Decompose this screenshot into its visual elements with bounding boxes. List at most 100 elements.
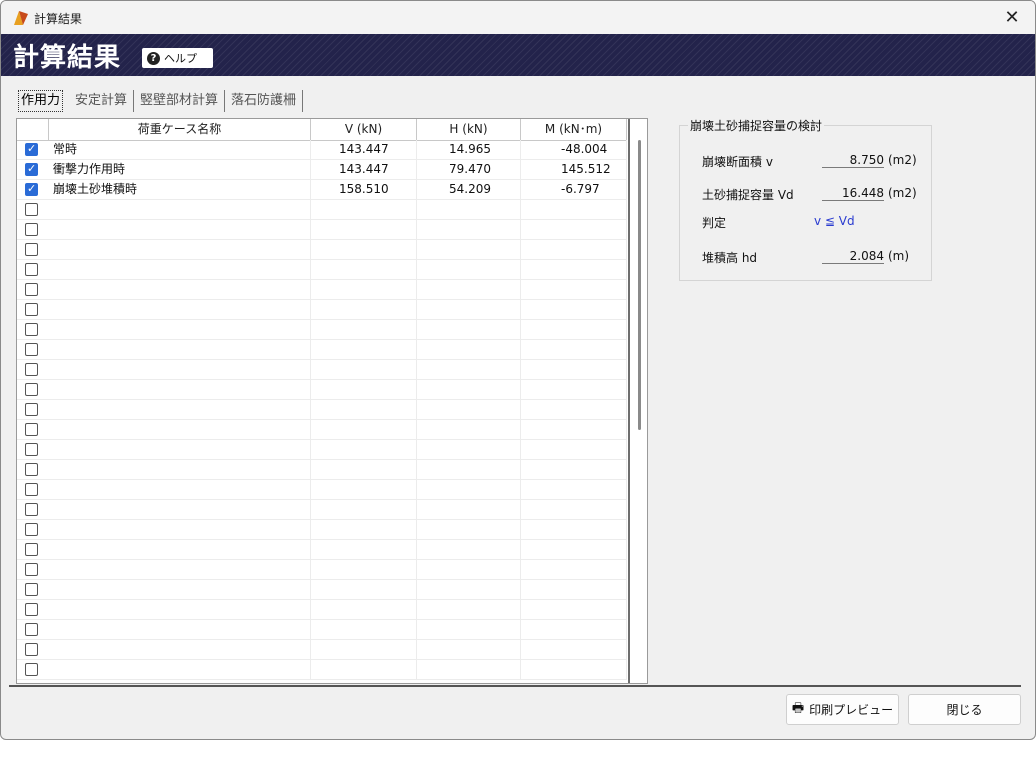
column-header-m[interactable]: M (kN･m): [521, 119, 627, 140]
empty-cell: [49, 480, 311, 499]
empty-cell: [521, 400, 627, 419]
table-row[interactable]: [17, 600, 627, 620]
dialog-window: 計算結果 ✕ 計算結果 ? ヘルプ 作用力 安定計算 竪壁部材計算 落石防護柵 …: [0, 0, 1036, 740]
app-logo-icon: [14, 11, 28, 25]
row-checkbox[interactable]: [25, 603, 38, 616]
row-checkbox[interactable]: [25, 303, 38, 316]
print-preview-button[interactable]: 🖶 印刷プレビュー: [786, 694, 899, 725]
empty-cell: [311, 200, 417, 219]
table-row[interactable]: [17, 560, 627, 580]
table-row[interactable]: [17, 360, 627, 380]
tab-wall-member[interactable]: 竪壁部材計算: [134, 90, 226, 112]
row-checkbox[interactable]: [25, 483, 38, 496]
window-close-button[interactable]: ✕: [989, 1, 1035, 34]
row-checkbox[interactable]: [25, 383, 38, 396]
row-checkbox[interactable]: [25, 142, 38, 156]
help-button[interactable]: ? ヘルプ: [142, 48, 213, 68]
area-value: 8.750: [822, 153, 884, 168]
table-row[interactable]: [17, 340, 627, 360]
capacity-group: 崩壊土砂捕捉容量の検討 崩壊断面積 v 8.750 (m2) 土砂捕捉容量 Vd…: [679, 117, 932, 281]
row-checkbox[interactable]: [25, 443, 38, 456]
capacity-panel: 崩壊土砂捕捉容量の検討 崩壊断面積 v 8.750 (m2) 土砂捕捉容量 Vd…: [649, 117, 1021, 684]
row-checkbox[interactable]: [25, 323, 38, 336]
empty-cell: [49, 200, 311, 219]
empty-cell: [311, 320, 417, 339]
row-checkbox[interactable]: [25, 363, 38, 376]
empty-cell: [311, 640, 417, 659]
question-icon: ?: [147, 51, 160, 65]
empty-cell: [521, 280, 627, 299]
window-title: 計算結果: [34, 12, 83, 26]
table-row[interactable]: [17, 400, 627, 420]
empty-cell: [417, 600, 521, 619]
row-checkbox[interactable]: [25, 623, 38, 636]
row-checkbox[interactable]: [25, 583, 38, 596]
row-checkbox[interactable]: [25, 263, 38, 276]
tab-stability[interactable]: 安定計算: [69, 90, 135, 112]
table-row[interactable]: [17, 280, 627, 300]
row-checkbox[interactable]: [25, 463, 38, 476]
row-checkbox[interactable]: [25, 523, 38, 536]
column-header-v[interactable]: V (kN): [311, 119, 417, 140]
table-row[interactable]: [17, 460, 627, 480]
empty-cell: [49, 240, 311, 259]
close-button[interactable]: 閉じる: [908, 694, 1021, 725]
capacity-unit: (m2): [888, 186, 917, 200]
row-checkbox[interactable]: [25, 162, 38, 176]
table-row[interactable]: [17, 420, 627, 440]
table-row[interactable]: [17, 300, 627, 320]
row-checkbox[interactable]: [25, 503, 38, 516]
empty-cell: [49, 340, 311, 359]
empty-cell: [49, 380, 311, 399]
row-checkbox[interactable]: [25, 182, 38, 196]
row-checkbox[interactable]: [25, 663, 38, 676]
empty-cell: [311, 520, 417, 539]
row-checkbox[interactable]: [25, 403, 38, 416]
table-row[interactable]: [17, 660, 627, 680]
tab-force[interactable]: 作用力: [18, 90, 64, 112]
empty-cell: [521, 460, 627, 479]
table-row[interactable]: 崩壊土砂堆積時 158.510 54.209 -6.797: [17, 180, 627, 200]
table-row[interactable]: [17, 640, 627, 660]
vertical-scrollbar[interactable]: [638, 140, 641, 430]
row-checkbox[interactable]: [25, 223, 38, 236]
tab-rockfall-fence[interactable]: 落石防護柵: [225, 90, 304, 112]
column-header-h[interactable]: H (kN): [417, 119, 521, 140]
empty-cell: [521, 640, 627, 659]
table-row[interactable]: 衝撃力作用時 143.447 79.470 145.512: [17, 160, 627, 180]
table-row[interactable]: [17, 200, 627, 220]
table-row[interactable]: [17, 220, 627, 240]
empty-cell: [311, 500, 417, 519]
table-row[interactable]: [17, 260, 627, 280]
height-unit: (m): [888, 249, 910, 263]
table-row[interactable]: [17, 380, 627, 400]
empty-cell: [417, 620, 521, 639]
capacity-value: 16.448: [822, 186, 884, 201]
table-row[interactable]: [17, 540, 627, 560]
table-row[interactable]: [17, 240, 627, 260]
table-row[interactable]: [17, 440, 627, 460]
empty-cell: [521, 360, 627, 379]
column-header-name[interactable]: 荷重ケース名称: [49, 119, 311, 140]
table-row[interactable]: 常時 143.447 14.965 -48.004: [17, 140, 627, 160]
table-row[interactable]: [17, 320, 627, 340]
empty-cell: [311, 220, 417, 239]
row-checkbox[interactable]: [25, 243, 38, 256]
row-checkbox[interactable]: [25, 543, 38, 556]
table-row[interactable]: [17, 580, 627, 600]
row-checkbox[interactable]: [25, 343, 38, 356]
row-checkbox[interactable]: [25, 203, 38, 216]
empty-cell: [521, 620, 627, 639]
empty-cell: [521, 580, 627, 599]
row-checkbox[interactable]: [25, 423, 38, 436]
row-checkbox[interactable]: [25, 563, 38, 576]
table-row[interactable]: [17, 480, 627, 500]
table-row[interactable]: [17, 520, 627, 540]
table-row[interactable]: [17, 620, 627, 640]
row-checkbox[interactable]: [25, 283, 38, 296]
row-checkbox[interactable]: [25, 643, 38, 656]
title-bar[interactable]: 計算結果 ✕: [1, 1, 1035, 34]
empty-cell: [521, 520, 627, 539]
empty-cell: [417, 480, 521, 499]
table-row[interactable]: [17, 500, 627, 520]
